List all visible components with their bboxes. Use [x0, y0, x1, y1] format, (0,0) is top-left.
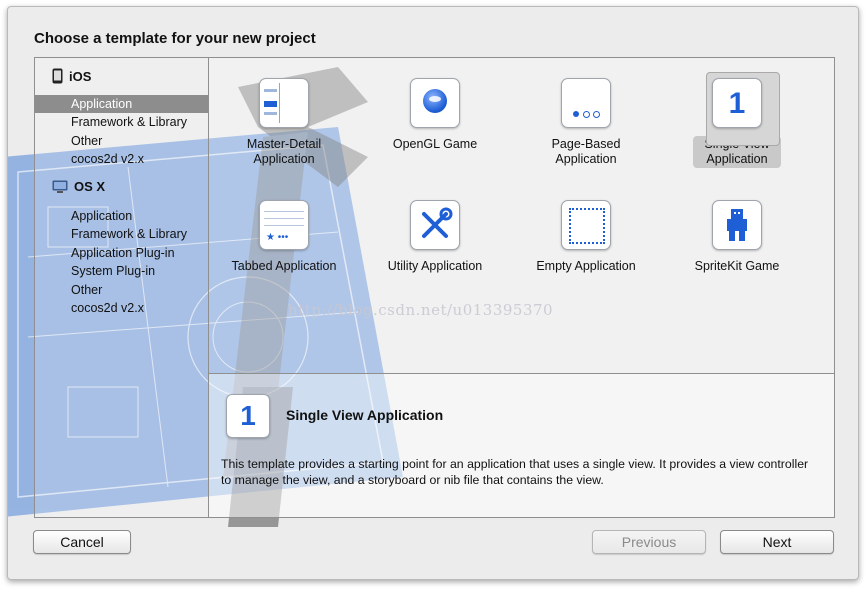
template-chooser: iOS Application Framework & Library Othe…: [34, 57, 835, 518]
tabbed-icon: ★ •••: [259, 200, 309, 250]
previous-button[interactable]: Previous: [592, 530, 706, 554]
template-description-pane: 1 Single View Application This template …: [209, 374, 834, 517]
template-single-view[interactable]: 1 Single View Application: [662, 72, 812, 168]
template-utility[interactable]: Utility Application: [360, 200, 510, 275]
template-label: SpriteKit Game: [694, 259, 780, 273]
template-tabbed[interactable]: ★ ••• Tabbed Application: [209, 200, 359, 275]
template-page-based[interactable]: Page-Based Application: [511, 78, 661, 168]
template-empty[interactable]: Empty Application: [511, 200, 661, 275]
sidebar-item-osx-other[interactable]: Other: [35, 281, 208, 299]
platform-sidebar: iOS Application Framework & Library Othe…: [35, 58, 209, 517]
template-label: Tabbed Application: [231, 259, 337, 273]
section-ios: iOS: [52, 68, 91, 84]
new-project-dialog: Choose a template for your new project i…: [7, 6, 859, 580]
template-label: Utility Application: [387, 259, 483, 273]
template-label: Page-Based Application: [551, 137, 621, 166]
template-label: OpenGL Game: [392, 137, 478, 151]
template-label: Empty Application: [536, 259, 636, 273]
sidebar-item-ios-cocos2d[interactable]: cocos2d v2.x: [35, 150, 208, 168]
description-text: This template provides a starting point …: [221, 457, 809, 487]
sidebar-item-osx-system-plugin[interactable]: System Plug-in: [35, 262, 208, 280]
section-ios-label: iOS: [69, 68, 92, 84]
single-view-icon: 1: [712, 78, 762, 128]
sidebar-item-ios-other[interactable]: Other: [35, 132, 208, 150]
sidebar-item-ios-application[interactable]: Application: [35, 95, 208, 113]
wrench-screwdriver-icon: [422, 207, 453, 238]
template-spritekit[interactable]: SpriteKit Game: [662, 200, 812, 275]
sidebar-item-osx-application[interactable]: Application: [35, 207, 208, 225]
template-opengl-game[interactable]: OpenGL Game: [360, 78, 510, 153]
next-button[interactable]: Next: [720, 530, 834, 554]
opengl-game-icon: [410, 78, 460, 128]
page-based-icon: [561, 78, 611, 128]
template-label: Master-Detail Application: [246, 137, 322, 166]
sidebar-item-osx-application-plugin[interactable]: Application Plug-in: [35, 244, 208, 262]
watermark-text: http://blog.csdn.net/u013395370: [288, 301, 554, 319]
dialog-title: Choose a template for your new project: [34, 30, 316, 47]
iphone-icon: [52, 68, 63, 84]
section-osx-label: OS X: [74, 179, 106, 194]
sidebar-item-ios-framework-library[interactable]: Framework & Library: [35, 113, 208, 131]
cancel-button[interactable]: Cancel: [33, 530, 131, 554]
pixel-character-icon: [727, 209, 747, 241]
master-detail-icon: [259, 78, 309, 128]
single-view-glyph: 1: [728, 86, 746, 120]
template-grid: Master-Detail Application OpenGL Game Pa…: [209, 58, 834, 374]
single-view-large-icon: 1: [226, 394, 270, 438]
description-title: Single View Application: [286, 407, 444, 423]
utility-icon: [410, 200, 460, 250]
empty-icon: [561, 200, 611, 250]
description-glyph: 1: [240, 400, 256, 431]
template-master-detail[interactable]: Master-Detail Application: [209, 78, 359, 168]
mac-icon: [52, 180, 68, 193]
spritekit-icon: [712, 200, 762, 250]
sidebar-item-osx-cocos2d[interactable]: cocos2d v2.x: [35, 299, 208, 317]
section-osx: OS X: [52, 179, 105, 194]
sidebar-item-osx-framework-library[interactable]: Framework & Library: [35, 225, 208, 243]
